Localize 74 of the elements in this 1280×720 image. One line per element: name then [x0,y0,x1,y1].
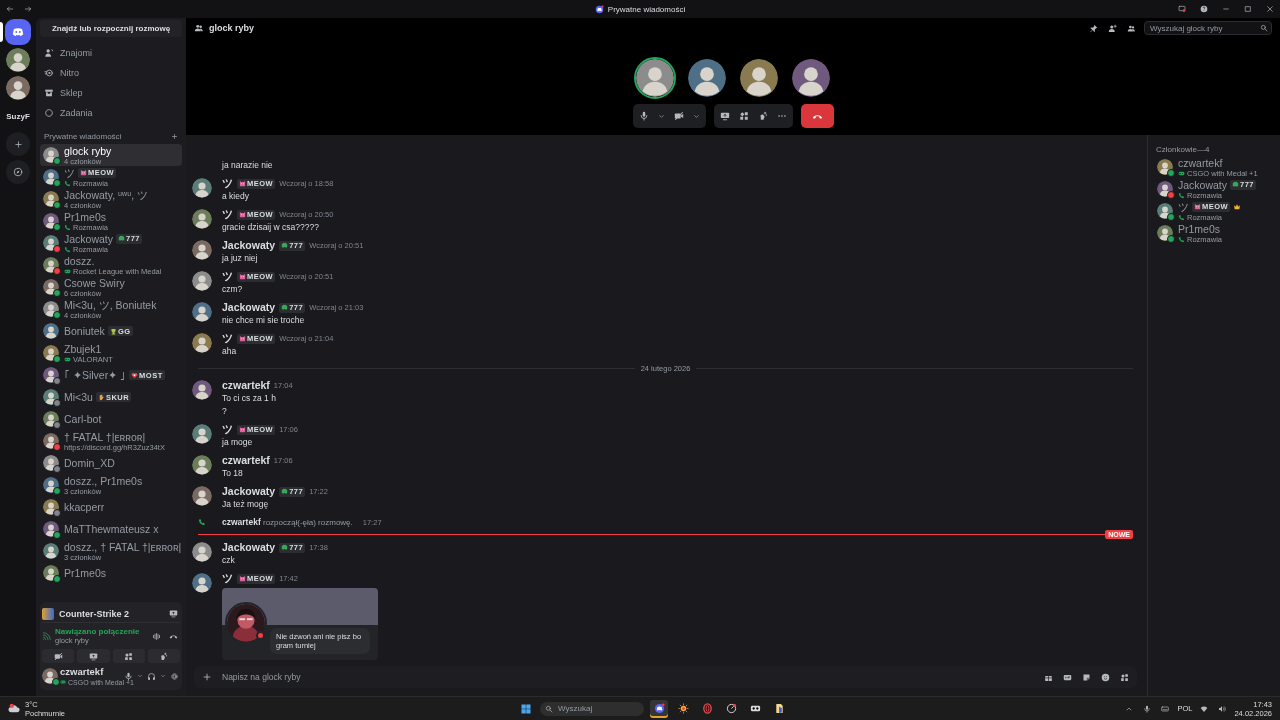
message-input[interactable]: Napisz na glock ryby [220,671,1036,683]
author-name: ツ [222,209,233,220]
user-name: Pr1me0s [64,210,106,223]
author-name: ツ [222,178,233,189]
activity-title: Counter-Strike 2 [59,608,130,619]
user-name: ｢ ✦Silver✦ ｣ [64,369,127,381]
author-name: ツ [222,573,233,584]
nav-item[interactable]: Zadania [40,103,182,123]
author-name: ツ [222,271,233,282]
section-title: Prywatne wiadomości [44,132,122,141]
message-field[interactable]: Napisz na glock ryby [194,666,1137,688]
system-message: czwartekf rozpoczął(-ęła) rozmowę. [222,517,353,527]
author-name: Jackowaty [222,542,276,553]
author-name: czwartekf [222,455,270,466]
message-text: ja juz niej [222,253,259,264]
author-name: czwartekf [222,380,270,391]
user-name: Domin_XD [64,457,115,469]
nav-item[interactable]: Sklep [40,83,182,103]
search-button[interactable]: Znajdź lub rozpocznij rozmowę [40,20,182,37]
user-name: Jackowaty, ᵘʷᵘ, ツ [64,188,148,201]
nav-item[interactable]: Nitro [40,63,182,83]
user-name: Pr1me0s [64,567,106,579]
message-text: a kiedy [222,191,250,202]
message-text: ja narazie nie [222,160,274,171]
message-text: czm? [222,284,244,295]
user-name: Jackowaty [1178,178,1228,191]
user-name: czwartekf [60,665,105,678]
user-name: doszz., Pr1me0s [64,474,143,487]
user-name: Boniutek [64,325,105,337]
section-title: Członkowie—4 [1155,145,1211,156]
user-name: doszz., † FATAL †|ᴇʀʀᴏʀ| [64,540,182,553]
user-name: Jackowaty [64,232,114,245]
user-name: Mi<3u [64,391,93,403]
author-name: Jackowaty [222,240,276,251]
search-field[interactable]: Wyszukaj glock ryby [1144,21,1272,35]
message-text: czk [222,555,236,566]
user-name: Csowe Swiry [64,276,125,289]
user-name: MaTThewmateusz x [64,523,159,535]
channel-title: glock ryby [209,23,255,33]
author-name: ツ [222,333,233,344]
connection-status: Nawiązano połączenie [55,627,141,636]
search-input[interactable]: Wyszukaj glock ryby [1148,22,1260,34]
message-text: nie chce mi sie troche [222,315,306,326]
nav-item[interactable]: Znajomi [40,43,182,63]
author-name: Jackowaty [222,302,276,313]
search-input[interactable]: Wyszukaj [556,703,639,714]
dm-item[interactable]: Pr1me0s [40,562,182,584]
user-name: glock ryby [64,144,112,157]
server-button[interactable]: SuzyF [3,104,33,128]
user-name: † FATAL †|ᴇʀʀᴏʀ| [64,430,146,443]
window-title: Prywatne wiadomości [607,4,686,14]
user-name: Zbujek1 [64,342,102,355]
message-text: To 18 [222,468,244,479]
author-name: ツ [222,424,233,435]
message-text: ? [222,406,228,417]
dm-item[interactable]: Carl-bot [40,408,182,430]
message-text: gracie dzisaij w csa????? [222,222,320,233]
message-text: aha [222,346,238,357]
user-name: Mi<3u, ツ, Boniutek [64,298,157,311]
message-text: ja moge [222,437,254,448]
user-name: ツ [64,166,75,179]
user-name: Carl-bot [64,413,102,425]
user-name: doszz. [64,254,95,267]
user-name: czwartekf [1178,156,1223,169]
dm-item[interactable]: MaTThewmateusz x [40,518,182,540]
user-name: Pr1me0s [1178,222,1220,235]
message-text: Ja też mogę [222,499,270,510]
message-text: To ci cs za 1 h [222,393,277,404]
user-name: kkacperr [64,501,105,513]
dm-item[interactable]: kkacperr [40,496,182,518]
user-name: ツ [1178,200,1189,213]
dm-item[interactable]: Domin_XD [40,452,182,474]
search-field[interactable]: Wyszukaj [540,701,644,716]
author-name: Jackowaty [222,486,276,497]
